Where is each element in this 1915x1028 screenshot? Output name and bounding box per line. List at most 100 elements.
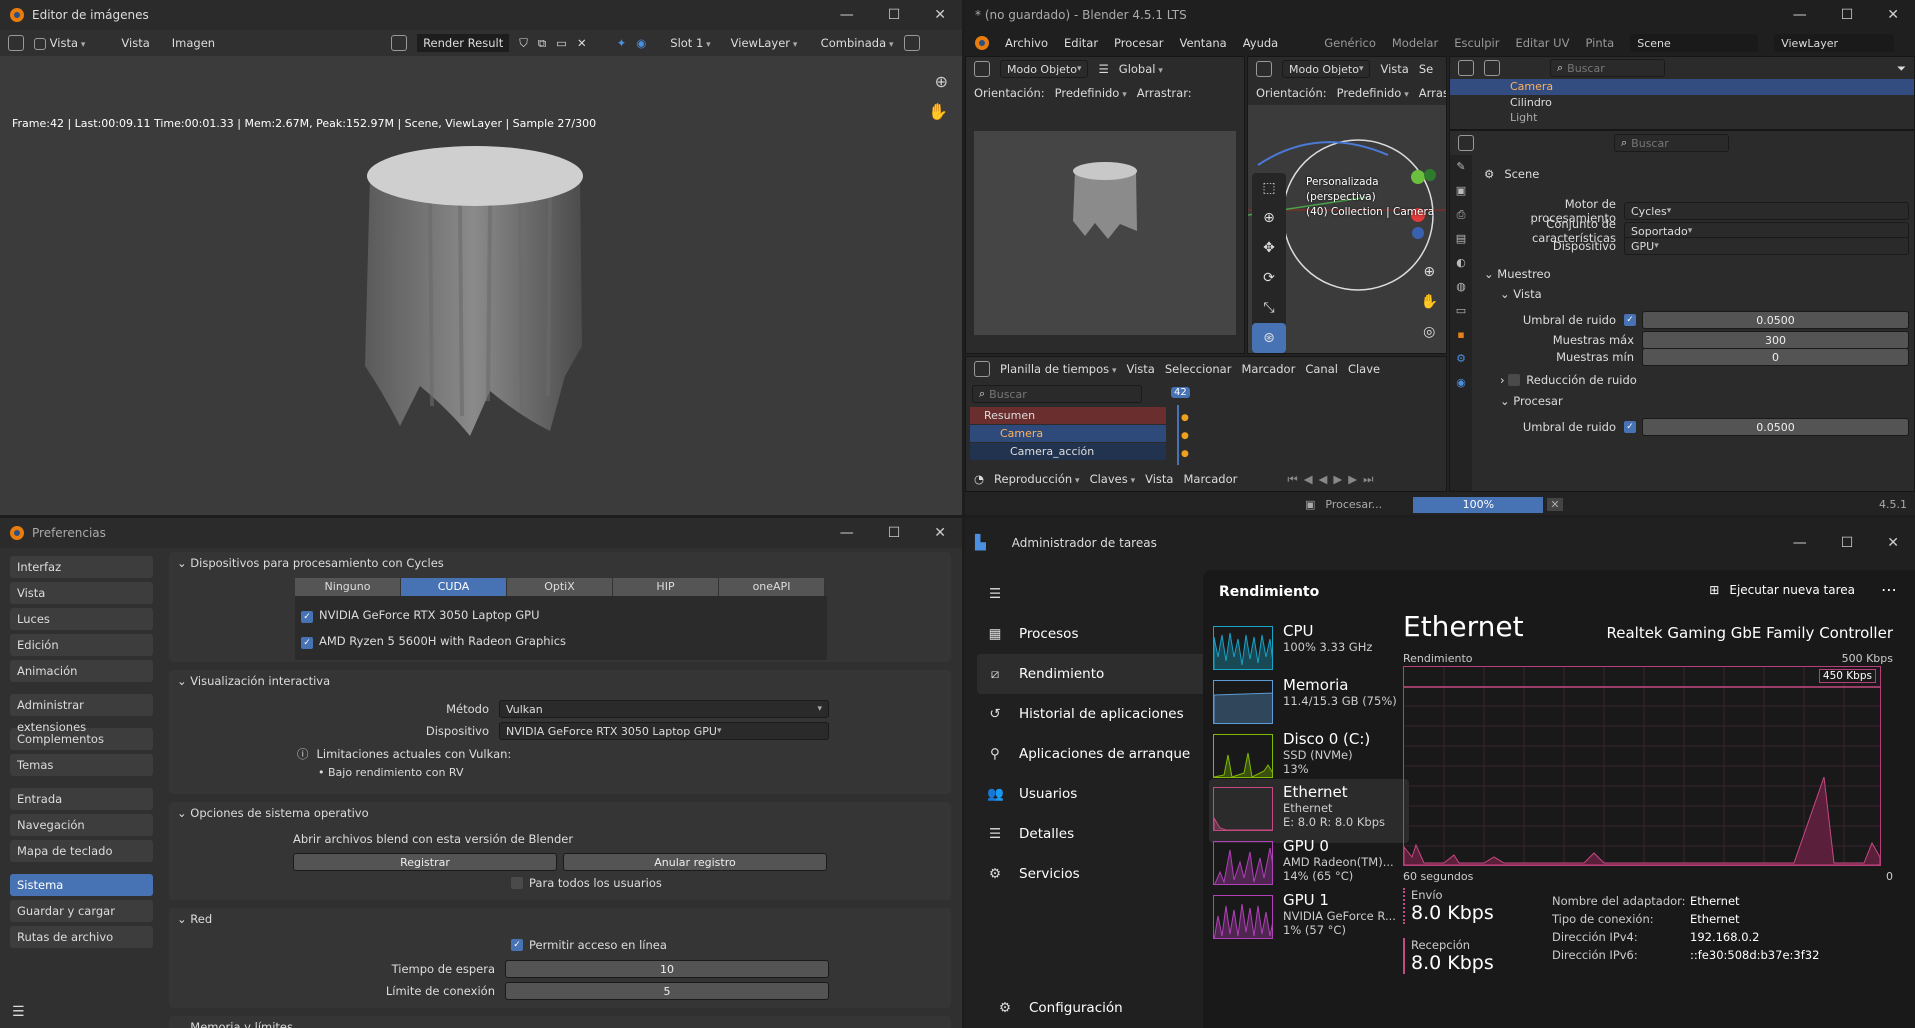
workspace-tab-generico[interactable]: Genérico <box>1324 36 1376 50</box>
zoom-icon[interactable]: ⊕ <box>1421 257 1438 287</box>
keyframe-markers[interactable]: ● ● ● <box>1181 409 1189 463</box>
maximize-icon[interactable]: ☐ <box>888 7 901 23</box>
minimize-icon[interactable]: — <box>1793 7 1807 23</box>
panel-muestreo[interactable]: ⌄ Muestreo <box>1484 267 1551 281</box>
scene-selector[interactable]: Scene <box>1630 34 1759 52</box>
panel-header[interactable]: ⌄ Memoria y límites <box>169 1016 951 1028</box>
tab-cuda[interactable]: CUDA <box>401 578 507 596</box>
maximize-icon[interactable]: ☐ <box>1841 535 1854 551</box>
playback-icon[interactable]: ◔ <box>974 472 984 486</box>
keying-dropdown[interactable]: Claves <box>1090 472 1136 486</box>
device-checkbox[interactable]: ✓ <box>301 611 313 623</box>
view-mode-dropdown[interactable]: Vista <box>34 36 85 50</box>
pass-dropdown[interactable]: Combinada <box>821 36 894 50</box>
panel-header[interactable]: ⌄ Visualización interactiva <box>169 670 951 692</box>
current-frame[interactable]: 42 <box>1171 387 1190 398</box>
outliner-row-camera[interactable]: Camera <box>1450 79 1914 95</box>
menu-vista[interactable]: Vista <box>1380 62 1408 76</box>
blender-logo-icon[interactable] <box>975 36 989 50</box>
outliner-search[interactable]: ⌕ Buscar <box>1550 59 1665 77</box>
online-access-checkbox[interactable]: ✓ <box>511 939 523 951</box>
nav-rendimiento[interactable]: ⧄ Rendimiento <box>977 654 1209 694</box>
close-icon[interactable]: ✕ <box>934 525 946 541</box>
workspace-tab-editar-uv[interactable]: Editar UV <box>1515 36 1569 50</box>
mode-dropdown[interactable]: Modo Objeto <box>1000 60 1089 78</box>
editor-type-icon[interactable] <box>1458 135 1474 151</box>
sidebar-item-entrada[interactable]: Entrada <box>10 788 153 810</box>
pan-hand-icon[interactable]: ✋ <box>928 102 948 121</box>
timeout-field[interactable]: 10 <box>505 960 829 978</box>
editor-type-icon[interactable] <box>1256 61 1272 77</box>
unregister-button[interactable]: Anular registro <box>563 853 827 871</box>
max-samples-field[interactable]: 300 <box>1642 331 1909 349</box>
modifier-tab-icon[interactable]: ⚙ <box>1450 347 1472 371</box>
noise-field[interactable]: 0.0500 <box>1642 311 1909 329</box>
menu-seleccionar[interactable]: Seleccionar <box>1165 362 1232 376</box>
sidebar-item-sistema[interactable]: Sistema <box>10 874 153 896</box>
render-viewport[interactable]: Frame:42 | Last:00:09.11 Time:00:01.33 |… <box>0 56 962 515</box>
dopesheet-search[interactable]: ⌕ Buscar <box>972 385 1142 403</box>
nav-usuarios[interactable]: 👥 Usuarios <box>977 774 1209 814</box>
menu-marcador[interactable]: Marcador <box>1241 362 1295 376</box>
orientation-dropdown[interactable]: Predefinido <box>1055 86 1127 100</box>
menu-ayuda[interactable]: Ayuda <box>1243 36 1279 50</box>
object-tab-icon[interactable]: ▪ <box>1450 323 1472 347</box>
nav-servicios[interactable]: ⚙ Servicios <box>977 854 1209 894</box>
dopesheet-row-camera[interactable]: Camera <box>970 425 1166 442</box>
sidebar-item-temas[interactable]: Temas <box>10 754 153 776</box>
menu-marcador[interactable]: Marcador <box>1183 472 1237 486</box>
method-dropdown[interactable]: Vulkan <box>499 700 829 718</box>
device-item[interactable]: ✓ NVIDIA GeForce RTX 3050 Laptop GPU <box>301 602 821 628</box>
viewport-3d-area[interactable]: Modo Objeto Vista Se Orientación: Predef… <box>1247 56 1447 354</box>
world-tab-icon[interactable]: ◍ <box>1450 275 1472 299</box>
sidebar-item-mapa-teclado[interactable]: Mapa de teclado <box>10 840 153 862</box>
tab-hip[interactable]: HIP <box>613 578 719 596</box>
device-checkbox[interactable]: ✓ <box>301 637 313 649</box>
orientation-dropdown[interactable]: Predefinido <box>1337 86 1409 100</box>
close-icon[interactable]: ✕ <box>1887 7 1899 23</box>
duplicate-icon[interactable]: ⧉ <box>538 36 546 51</box>
online-access-row[interactable]: ✓ Permitir acceso en línea <box>511 938 667 952</box>
select-box-icon[interactable]: ⬚ <box>1252 173 1286 203</box>
mode-dropdown[interactable]: Modo Objeto <box>1282 60 1371 78</box>
playback-controls[interactable]: ⏮◀◀▶▶⏭ <box>1287 472 1379 487</box>
device-dropdown[interactable]: GPU <box>1624 237 1909 255</box>
playback-dropdown[interactable]: Reproducción <box>994 472 1080 486</box>
maximize-icon[interactable]: ☐ <box>888 525 901 541</box>
subpanel-vista[interactable]: ⌄ Vista <box>1500 287 1542 301</box>
menu-icon[interactable]: ☰ <box>1098 62 1108 76</box>
sidebar-item-rutas[interactable]: Rutas de archivo <box>10 926 153 948</box>
menu-vista[interactable]: Vista <box>115 34 155 52</box>
subpanel-denoise[interactable]: › Reducción de ruido <box>1500 373 1637 387</box>
scale-icon[interactable]: ⤡ <box>1252 293 1286 323</box>
panel-header[interactable]: ⌄ Opciones de sistema operativo <box>169 802 951 824</box>
tool-tab-icon[interactable]: ✎ <box>1450 155 1472 179</box>
outliner-row-cilindro[interactable]: Cilindro <box>1450 95 1914 111</box>
cancel-render-icon[interactable]: ✕ <box>1547 498 1563 511</box>
menu-seleccionar[interactable]: Se <box>1419 62 1433 76</box>
sidebar-item-animacion[interactable]: Animación <box>10 660 153 682</box>
register-button[interactable]: Registrar <box>293 853 557 871</box>
minimize-icon[interactable]: — <box>1793 535 1807 551</box>
tab-optix[interactable]: OptiX <box>507 578 613 596</box>
perf-item-6[interactable]: GPU 1 NVIDIA GeForce R... 1% (57 °C) <box>1209 887 1409 951</box>
filter-icon[interactable]: ⏷ <box>1897 61 1906 76</box>
menu-vista[interactable]: Vista <box>1145 472 1173 486</box>
editor-type-icon[interactable] <box>8 35 24 51</box>
menu-procesar[interactable]: Procesar <box>1114 36 1163 50</box>
sidebar-item-navegacion[interactable]: Navegación <box>10 814 153 836</box>
nav-configuracion[interactable]: ⚙ Configuración <box>987 988 1207 1028</box>
menu-canal[interactable]: Canal <box>1305 362 1338 376</box>
close-icon[interactable]: ✕ <box>934 7 946 23</box>
rotate-icon[interactable]: ⟳ <box>1252 263 1286 293</box>
subpanel-procesar[interactable]: ⌄ Procesar <box>1500 394 1563 408</box>
outliner-row-light[interactable]: Light <box>1450 111 1914 125</box>
panel-header[interactable]: ⌄ Dispositivos para procesamiento con Cy… <box>169 552 951 574</box>
nav-historial[interactable]: ↺ Historial de aplicaciones <box>977 694 1209 734</box>
editor-type-icon[interactable] <box>974 361 990 377</box>
sidebar-item-guardar[interactable]: Guardar y cargar <box>10 900 153 922</box>
tab-ninguno[interactable]: Ninguno <box>295 578 401 596</box>
dopesheet-row-action[interactable]: Camera_acción <box>970 443 1166 460</box>
device-item[interactable]: ✓ AMD Ryzen 5 5600H with Radeon Graphics <box>301 628 821 654</box>
close-image-icon[interactable]: ✕ <box>577 36 587 50</box>
